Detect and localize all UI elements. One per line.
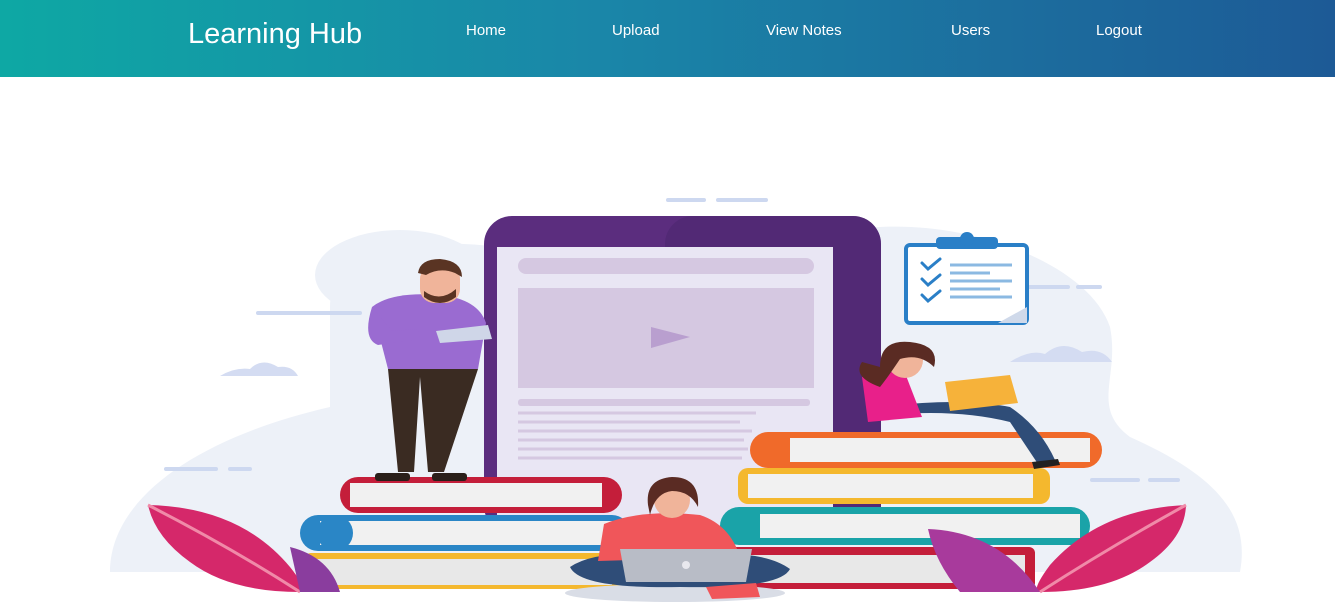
hero-section (0, 77, 1335, 613)
hero-illustration (110, 198, 1242, 602)
nav-link-users[interactable]: Users (951, 22, 990, 40)
top-navbar: Learning Hub Home Upload View Notes User… (0, 0, 1335, 77)
checklist-clipboard-icon (904, 232, 1029, 325)
nav-link-upload[interactable]: Upload (612, 22, 660, 40)
nav-link-view-notes[interactable]: View Notes (766, 22, 842, 40)
nav-link-logout[interactable]: Logout (1096, 22, 1142, 40)
nav-link-home[interactable]: Home (466, 22, 506, 40)
brand-logo-link[interactable]: Learning Hub (188, 17, 362, 51)
